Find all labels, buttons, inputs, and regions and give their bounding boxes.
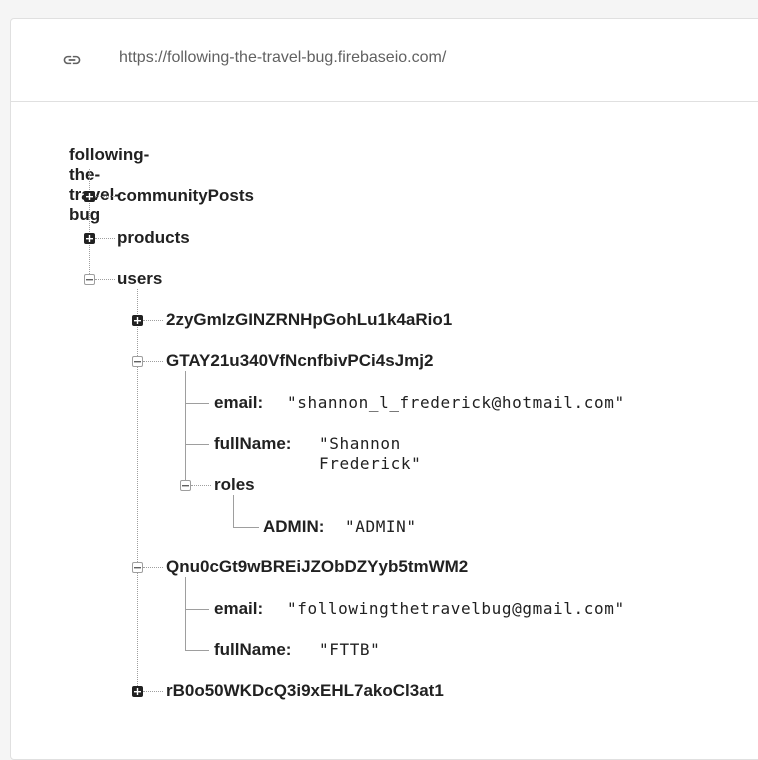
tree-root-label[interactable]: following-the-travel-bug bbox=[69, 145, 149, 225]
tree-connector bbox=[185, 577, 186, 650]
tree-connector bbox=[185, 371, 186, 487]
collapse-toggle-icon[interactable] bbox=[132, 562, 143, 573]
tree-connector bbox=[143, 567, 163, 568]
tree-node-key[interactable]: rB0o50WKDcQ3i9xEHL7akoCl3at1 bbox=[166, 681, 444, 701]
tree-connector bbox=[191, 485, 211, 486]
tree-connector bbox=[185, 403, 209, 404]
tree-node-value[interactable]: "Shannon Frederick" bbox=[319, 434, 421, 474]
tree-node-key[interactable]: products bbox=[117, 228, 190, 248]
tree-node-key[interactable]: fullName: bbox=[214, 640, 291, 660]
collapse-toggle-icon[interactable] bbox=[132, 356, 143, 367]
tree-connector bbox=[143, 320, 163, 321]
tree-node-key[interactable]: fullName: bbox=[214, 434, 291, 454]
tree-connector bbox=[95, 279, 115, 280]
tree-node-key[interactable]: roles bbox=[214, 475, 255, 495]
tree-node-key[interactable]: ADMIN: bbox=[263, 517, 324, 537]
database-url[interactable]: https://following-the-travel-bug.firebas… bbox=[119, 49, 446, 67]
tree-connector bbox=[143, 691, 163, 692]
collapse-toggle-icon[interactable] bbox=[84, 274, 95, 285]
expand-toggle-icon[interactable] bbox=[132, 686, 143, 697]
tree-node-value[interactable]: "FTTB" bbox=[319, 640, 380, 660]
tree-connector bbox=[137, 289, 138, 694]
tree-node-key[interactable]: email: bbox=[214, 599, 263, 619]
tree-node-key[interactable]: communityPosts bbox=[117, 186, 254, 206]
tree-node-value[interactable]: "followingthetravelbug@gmail.com" bbox=[287, 599, 625, 619]
tree-connector bbox=[185, 609, 209, 610]
tree-connector bbox=[185, 444, 209, 445]
tree-node-key[interactable]: GTAY21u340VfNcnfbivPCi4sJmj2 bbox=[166, 351, 433, 371]
tree-connector bbox=[95, 238, 115, 239]
tree-connector bbox=[143, 361, 163, 362]
tree-connector bbox=[233, 527, 259, 528]
database-panel: https://following-the-travel-bug.firebas… bbox=[10, 18, 758, 760]
tree-node-value[interactable]: "ADMIN" bbox=[345, 517, 417, 537]
tree-connector bbox=[89, 169, 90, 274]
expand-toggle-icon[interactable] bbox=[132, 315, 143, 326]
tree-node-key[interactable]: email: bbox=[214, 393, 263, 413]
tree-connector bbox=[185, 650, 209, 651]
link-icon[interactable] bbox=[61, 50, 83, 70]
tree-connector bbox=[95, 196, 115, 197]
tree-node-key[interactable]: users bbox=[117, 269, 162, 289]
tree-connector bbox=[233, 495, 234, 527]
expand-toggle-icon[interactable] bbox=[84, 233, 95, 244]
expand-toggle-icon[interactable] bbox=[84, 191, 95, 202]
tree-node-value[interactable]: "shannon_l_frederick@hotmail.com" bbox=[287, 393, 625, 413]
url-bar: https://following-the-travel-bug.firebas… bbox=[11, 19, 758, 102]
tree-node-key[interactable]: 2zyGmIzGINZRNHpGohLu1k4aRio1 bbox=[166, 310, 452, 330]
tree-node-key[interactable]: Qnu0cGt9wBREiJZObDZYyb5tmWM2 bbox=[166, 557, 468, 577]
collapse-toggle-icon[interactable] bbox=[180, 480, 191, 491]
